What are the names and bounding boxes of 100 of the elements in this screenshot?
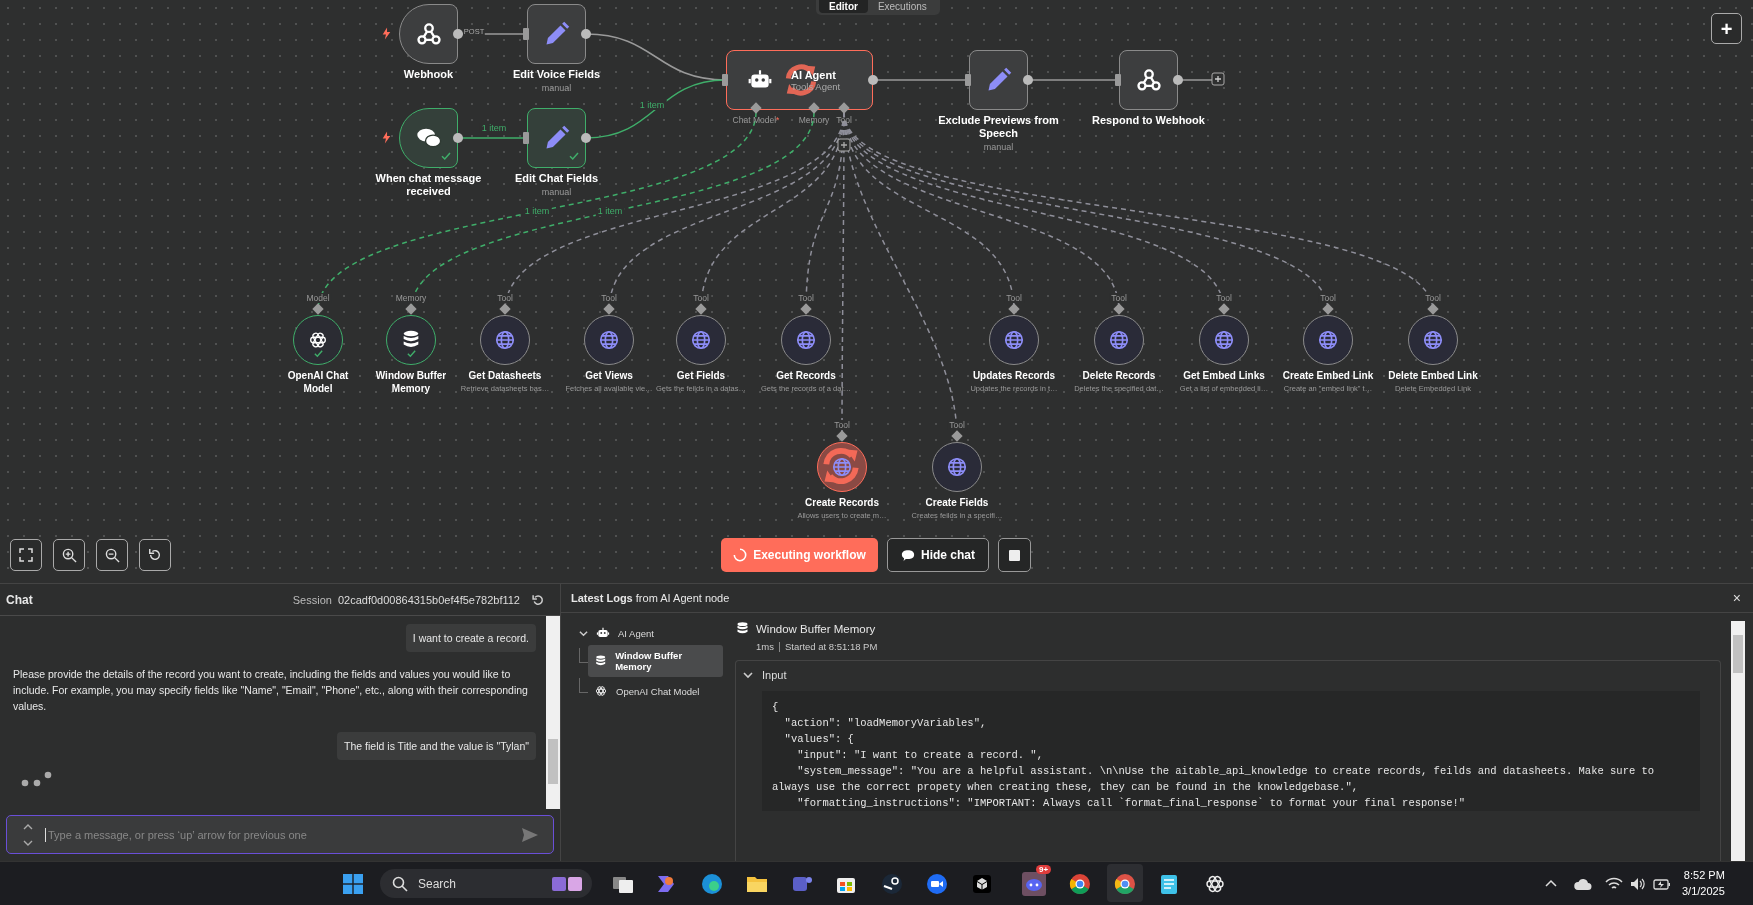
- undo-icon: [148, 548, 162, 562]
- input-port[interactable]: [722, 74, 728, 86]
- code-line: "input": "I want to create a record. ",: [796, 748, 1044, 763]
- loading-icon: [733, 548, 748, 562]
- input-port[interactable]: [523, 132, 529, 144]
- port-handle[interactable]: [951, 430, 963, 442]
- port-handle[interactable]: [312, 303, 324, 315]
- node-title: Edit Chat Fields: [514, 172, 599, 185]
- node-title: Get Datasheets: [468, 369, 542, 382]
- video-app-icon[interactable]: [925, 871, 949, 896]
- tab[interactable]: Executions: [867, 0, 937, 13]
- zoom-out-button[interactable]: [96, 539, 128, 571]
- clock-date[interactable]: 3/1/2025: [1682, 883, 1725, 899]
- output-port[interactable]: [581, 29, 591, 39]
- node-title: Create Embed Link: [1282, 369, 1374, 382]
- tool-node[interactable]: [1199, 315, 1249, 365]
- section-toggle[interactable]: Input: [736, 661, 794, 689]
- port-handle[interactable]: [750, 102, 762, 114]
- database-icon: [735, 621, 750, 636]
- output-port[interactable]: [1173, 75, 1183, 85]
- tool-node[interactable]: [584, 315, 634, 365]
- add-node-button[interactable]: +: [1711, 13, 1742, 44]
- start-icon[interactable]: [343, 873, 363, 894]
- history-arrows-icon[interactable]: [23, 822, 33, 847]
- plus-icon[interactable]: [837, 138, 851, 152]
- message-input[interactable]: Type a message, or press ‘up’ arrow for previous one: [45, 827, 509, 842]
- clock-time[interactable]: 8:52 PM: [1683, 867, 1725, 883]
- port-handle[interactable]: [1427, 303, 1439, 315]
- tree-item[interactable]: Window Buffer Memory: [587, 645, 723, 677]
- port-handle[interactable]: [1113, 303, 1125, 315]
- cloud-icon[interactable]: [1574, 876, 1592, 891]
- fit-view-button[interactable]: [10, 539, 42, 571]
- node-title: Updates Records: [972, 369, 1056, 382]
- workflow-node[interactable]: [527, 4, 586, 64]
- tool-node[interactable]: [676, 315, 726, 365]
- wifi-icon[interactable]: [1605, 876, 1623, 891]
- tool-node[interactable]: [817, 442, 867, 492]
- workflow-node[interactable]: [527, 108, 586, 168]
- input-port[interactable]: [965, 74, 971, 86]
- plus-icon[interactable]: [1211, 72, 1225, 86]
- tool-node[interactable]: [480, 315, 530, 365]
- tool-node[interactable]: [386, 315, 436, 365]
- user-message: I want to create a record.: [405, 624, 536, 652]
- port-handle[interactable]: [1008, 303, 1020, 315]
- port-handle[interactable]: [603, 303, 615, 315]
- port-label: Tool: [1214, 293, 1234, 303]
- search-field[interactable]: Search: [380, 869, 592, 898]
- tool-node[interactable]: [1408, 315, 1458, 365]
- tool-node[interactable]: [293, 315, 343, 365]
- node-title: OpenAI Chat Model: [286, 369, 350, 395]
- stop-button[interactable]: [998, 538, 1031, 572]
- tree-item[interactable]: OpenAI Chat Model: [588, 679, 706, 703]
- workflow-node[interactable]: [969, 50, 1028, 110]
- chevron-down-icon: [743, 670, 753, 680]
- port-handle[interactable]: [499, 303, 511, 315]
- tool-node[interactable]: [781, 315, 831, 365]
- refresh-session-icon[interactable]: [532, 593, 544, 606]
- port-label: Memory: [798, 115, 830, 125]
- tool-node[interactable]: [932, 442, 982, 492]
- edge-label: 1 item: [479, 123, 509, 133]
- tab[interactable]: Editor: [819, 0, 868, 13]
- robot-icon: [596, 626, 610, 640]
- workflow-node[interactable]: [399, 108, 458, 168]
- globe-icon: [946, 456, 968, 478]
- input-port[interactable]: [1115, 74, 1121, 86]
- browser-icon[interactable]: [1113, 871, 1137, 896]
- port-handle[interactable]: [808, 102, 820, 114]
- tool-node[interactable]: [1303, 315, 1353, 365]
- output-port[interactable]: [581, 133, 591, 143]
- port-handle[interactable]: [838, 102, 850, 114]
- workflow-node[interactable]: [399, 4, 458, 64]
- reset-zoom-button[interactable]: [139, 539, 171, 571]
- output-port[interactable]: [1023, 75, 1033, 85]
- port-label: Tool: [599, 293, 619, 303]
- port-handle[interactable]: [695, 303, 707, 315]
- tree-item[interactable]: AI Agent: [573, 621, 660, 645]
- scrollbar[interactable]: [1731, 621, 1745, 861]
- message-field[interactable]: Type a message, or press ‘up’ arrow for previous one: [6, 815, 554, 854]
- hide-chat-button[interactable]: Hide chat: [887, 538, 989, 572]
- output-port[interactable]: [868, 75, 878, 85]
- browser-icon[interactable]: [1068, 871, 1092, 896]
- close-button[interactable]: ×: [1730, 590, 1743, 606]
- port-handle[interactable]: [800, 303, 812, 315]
- output-port[interactable]: [453, 133, 463, 143]
- tool-node[interactable]: [989, 315, 1039, 365]
- battery-icon[interactable]: [1653, 876, 1671, 891]
- volume-icon[interactable]: [1630, 876, 1646, 891]
- output-port[interactable]: [453, 29, 463, 39]
- port-handle[interactable]: [1322, 303, 1334, 315]
- chevron-down-icon[interactable]: [579, 628, 588, 638]
- input-port[interactable]: [523, 28, 529, 40]
- zoom-in-button[interactable]: [53, 539, 85, 571]
- scrollbar[interactable]: [546, 616, 560, 809]
- port-handle[interactable]: [1218, 303, 1230, 315]
- workflow-node[interactable]: [1119, 50, 1178, 110]
- start-time-text: Started at 8:51:18 PM: [784, 641, 878, 652]
- tool-node[interactable]: [1094, 315, 1144, 365]
- port-handle[interactable]: [405, 303, 417, 315]
- send-icon[interactable]: [521, 826, 539, 843]
- port-handle[interactable]: [836, 430, 848, 442]
